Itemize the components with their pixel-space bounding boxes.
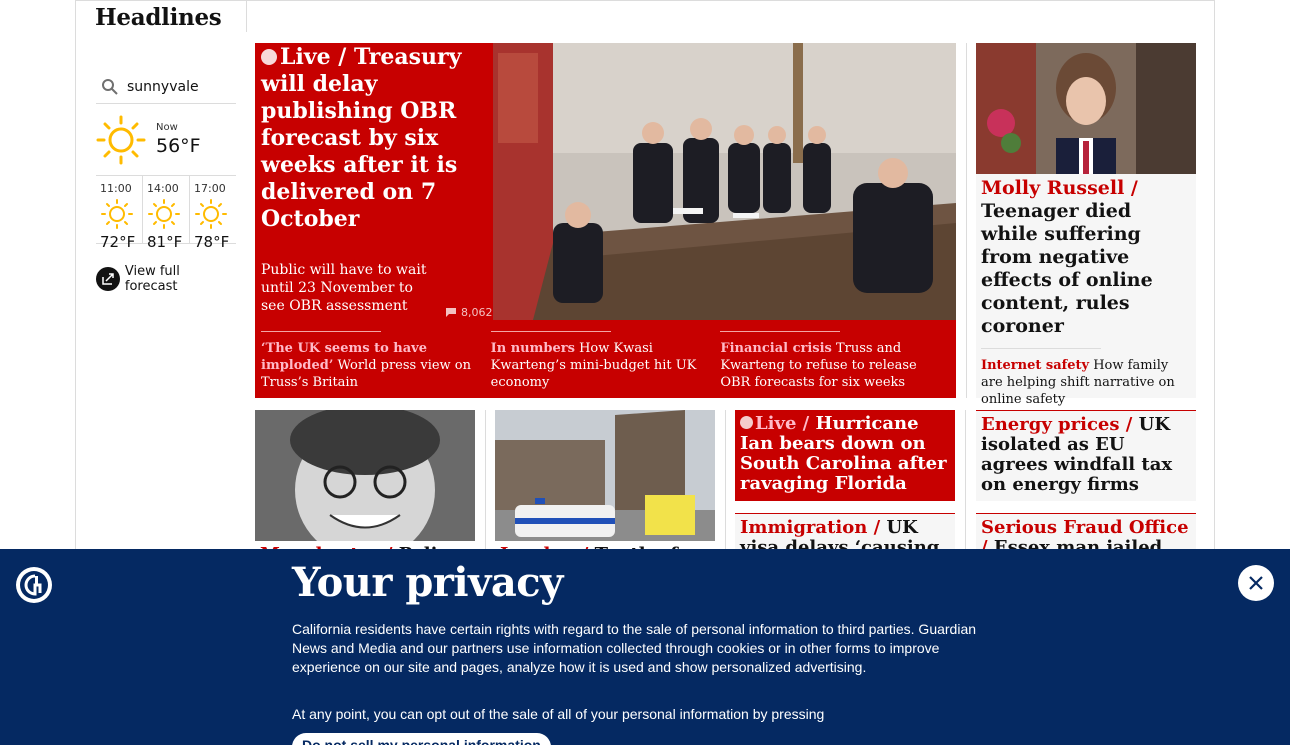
side-story-headline-text[interactable]: Teenager died while suffering from negat… xyxy=(981,200,1153,337)
close-button[interactable] xyxy=(1238,565,1274,601)
sublink-kicker[interactable]: Financial crisis xyxy=(720,341,832,356)
lead-sublinks: ‘The UK seems to have imploded’ World pr… xyxy=(261,331,950,391)
story-card[interactable]: Energy prices / UK isolated as EU agrees… xyxy=(976,410,1196,501)
privacy-banner: Your privacy California residents have c… xyxy=(0,549,1290,745)
comment-count-value[interactable]: 8,062 xyxy=(461,306,493,319)
story-card-stack: Energy prices / UK isolated as EU agrees… xyxy=(976,410,1196,582)
privacy-body: California residents have certain rights… xyxy=(292,621,977,675)
lead-headline-block[interactable]: Live / Treasury will delay publishing OB… xyxy=(261,43,493,233)
story-photo[interactable] xyxy=(495,410,715,541)
view-full-forecast-label[interactable]: View full forecast xyxy=(125,264,236,294)
sun-icon xyxy=(148,199,180,229)
side-story-photo[interactable] xyxy=(976,43,1196,174)
column-divider xyxy=(485,410,486,550)
column-divider xyxy=(965,410,966,550)
lead-photo[interactable] xyxy=(493,43,956,320)
forecast-item: 17:00 78°F xyxy=(189,176,236,251)
view-full-forecast-link[interactable]: View full forecast xyxy=(96,264,236,294)
lead-kicker[interactable]: Live / xyxy=(280,44,346,70)
section-title: Headlines xyxy=(95,4,222,31)
live-story-card[interactable]: Live / Hurricane Ian bears down on South… xyxy=(735,410,955,501)
side-sublink-kicker[interactable]: Internet safety xyxy=(981,358,1089,373)
sun-icon xyxy=(101,199,133,229)
weather-widget: sunnyvale Now 56°F 11:00 72°F 14:00 81°F… xyxy=(96,70,236,294)
privacy-title: Your privacy xyxy=(292,559,563,606)
forecast-temp: 81°F xyxy=(147,233,183,251)
do-not-sell-button[interactable]: Do not sell my personal information xyxy=(292,733,551,745)
weather-location-search[interactable]: sunnyvale xyxy=(96,70,236,104)
story-kicker[interactable]: Live / xyxy=(755,413,809,434)
sun-icon xyxy=(195,199,227,229)
story-card[interactable]: London / Tenth of xyxy=(495,410,715,565)
external-link-icon xyxy=(96,267,120,291)
column-divider xyxy=(966,43,967,398)
forecast-time: 14:00 xyxy=(147,182,179,195)
sun-icon xyxy=(96,115,146,164)
sublink-item[interactable]: In numbers How Kwasi Kwarteng’s mini-bud… xyxy=(491,331,721,391)
comment-count[interactable]: 8,062 xyxy=(445,306,493,319)
side-story-card[interactable]: Molly Russell / Teenager died while suff… xyxy=(976,43,1196,407)
weather-now-temp: 56°F xyxy=(156,135,201,157)
guardian-logo-icon xyxy=(16,567,52,603)
forecast-item: 14:00 81°F xyxy=(142,176,189,251)
sublink-item[interactable]: ‘The UK seems to have imploded’ World pr… xyxy=(261,331,491,391)
side-story-sublink[interactable]: Internet safety How family are helping s… xyxy=(981,348,1191,408)
forecast-time: 11:00 xyxy=(100,182,132,195)
sublink-item[interactable]: Financial crisis Truss and Kwarteng to r… xyxy=(720,331,950,391)
privacy-body-optout: At any point, you can opt out of the sal… xyxy=(292,706,825,722)
comment-icon xyxy=(446,308,456,317)
section-title-divider xyxy=(246,0,247,32)
lead-story-card[interactable]: Live / Treasury will delay publishing OB… xyxy=(255,43,956,398)
story-card[interactable]: Manchester / Police xyxy=(255,410,475,565)
story-card-stack: Live / Hurricane Ian bears down on South… xyxy=(735,410,955,582)
story-kicker[interactable]: Energy prices / xyxy=(981,414,1132,435)
column-divider xyxy=(725,410,726,550)
lead-headline[interactable]: Live / Treasury will delay publishing OB… xyxy=(261,44,493,233)
weather-now-label: Now xyxy=(156,122,178,133)
forecast-time: 17:00 xyxy=(194,182,226,195)
close-icon xyxy=(1249,576,1263,590)
story-kicker[interactable]: Immigration / xyxy=(740,517,880,538)
side-story-headline[interactable]: Molly Russell / Teenager died while suff… xyxy=(976,174,1196,338)
story-photo[interactable] xyxy=(255,410,475,541)
live-pulse-icon xyxy=(740,416,753,429)
forecast-temp: 78°F xyxy=(194,233,230,251)
forecast-temp: 72°F xyxy=(100,233,136,251)
sublink-kicker[interactable]: In numbers xyxy=(491,341,575,356)
weather-location[interactable]: sunnyvale xyxy=(127,79,199,95)
forecast-item: 11:00 72°F xyxy=(96,176,142,251)
live-pulse-icon xyxy=(261,49,277,65)
side-story-kicker[interactable]: Molly Russell / xyxy=(981,177,1138,199)
lead-standfirst: Public will have to wait until 23 Novemb… xyxy=(261,262,427,314)
weather-now: Now 56°F xyxy=(96,104,236,176)
search-icon xyxy=(102,78,118,95)
weather-forecast: 11:00 72°F 14:00 81°F 17:00 78°F xyxy=(96,176,236,251)
lead-headline-text[interactable]: Treasury will delay publishing OBR forec… xyxy=(261,44,461,232)
